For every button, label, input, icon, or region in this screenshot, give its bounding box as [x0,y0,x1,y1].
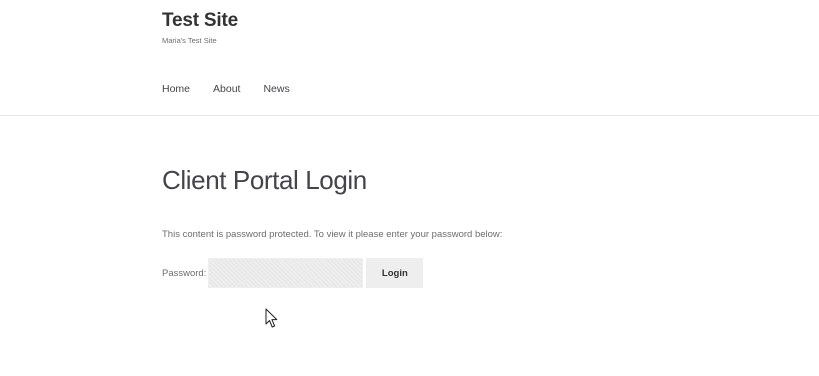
password-input[interactable] [208,258,364,288]
page: Test Site Maria's Test Site Home About N… [0,0,819,376]
site-branding: Test Site Maria's Test Site [162,9,238,46]
site-title[interactable]: Test Site [162,9,238,33]
site-description: Maria's Test Site [162,36,217,45]
mouse-pointer-icon [265,308,278,328]
nav-item-home[interactable]: Home [162,82,190,96]
site-header: Test Site Maria's Test Site Home About N… [0,0,819,116]
password-protected-message: This content is password protected. To v… [162,229,503,240]
password-label: Password: [162,267,207,279]
login-button[interactable]: Login [366,258,424,288]
nav-item-about[interactable]: About [213,82,240,96]
primary-navigation: Home About News [162,82,313,96]
page-title: Client Portal Login [162,165,367,195]
password-form: Password: Login [162,258,722,288]
main-content: Client Portal Login This content is pass… [162,160,722,288]
nav-item-news[interactable]: News [263,82,289,96]
